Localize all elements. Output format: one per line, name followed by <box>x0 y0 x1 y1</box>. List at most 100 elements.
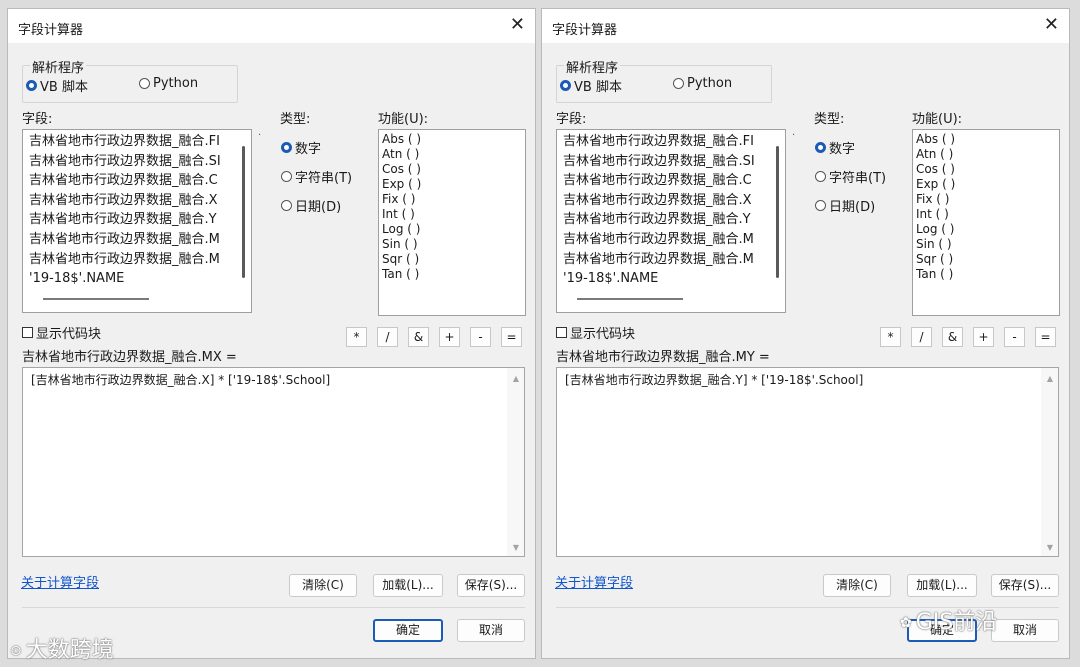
type-number-radio[interactable]: 数字 <box>281 138 321 157</box>
cancel-button[interactable]: 取消 <box>991 619 1059 642</box>
field-list-item[interactable]: 吉林省地市行政边界数据_融合.SI <box>23 152 251 172</box>
type-string-radio[interactable]: 字符串(T) <box>281 167 352 186</box>
function-list-item[interactable]: Abs ( ) <box>379 132 525 147</box>
function-list-item[interactable]: Atn ( ) <box>913 147 1059 162</box>
functions-list[interactable]: Abs ( ) Atn ( ) Cos ( ) Exp ( ) Fix ( ) Int (… <box>912 129 1060 316</box>
type-date-label: 日期(D) <box>295 200 342 215</box>
operator-buttons: * / & + - = <box>880 327 1056 347</box>
field-list-item[interactable]: 吉林省地市行政边界数据_融合.Y <box>23 210 251 230</box>
field-list-item[interactable]: 吉林省地市行政边界数据_融合.M <box>23 230 251 250</box>
save-button[interactable]: 保存(S)... <box>457 574 525 597</box>
cancel-button[interactable]: 取消 <box>457 619 525 642</box>
functions-label: 功能(U): <box>378 112 429 127</box>
function-list-item[interactable]: Log ( ) <box>379 222 525 237</box>
expression-text: [吉林省地市行政边界数据_融合.Y] * ['19-18$'.School] <box>565 373 864 387</box>
function-list-item[interactable]: Exp ( ) <box>913 177 1059 192</box>
field-list-item[interactable]: '19-18$'.NAME <box>23 269 251 289</box>
field-list-item[interactable]: 吉林省地市行政边界数据_融合.M <box>557 230 785 250</box>
fields-vertical-scrollbar[interactable] <box>242 146 245 278</box>
function-list-item[interactable]: Cos ( ) <box>913 162 1059 177</box>
function-list-item[interactable]: Tan ( ) <box>379 267 525 282</box>
expression-scrollbar[interactable]: ▲ ▼ <box>507 368 524 556</box>
function-list-item[interactable]: Log ( ) <box>913 222 1059 237</box>
operator-plus-button[interactable]: + <box>439 327 460 347</box>
field-list-item[interactable]: 吉林省地市行政边界数据_融合.X <box>23 191 251 211</box>
operator-equals-button[interactable]: = <box>1035 327 1056 347</box>
function-list-item[interactable]: Sin ( ) <box>379 237 525 252</box>
operator-ampersand-button[interactable]: & <box>408 327 429 347</box>
fields-horizontal-scrollbar[interactable] <box>43 298 149 300</box>
field-list-item[interactable]: 吉林省地市行政边界数据_融合.X <box>557 191 785 211</box>
show-codeblock-checkbox[interactable]: 显示代码块 <box>556 323 635 342</box>
field-list-item[interactable]: 吉林省地市行政边界数据_融合.M <box>557 250 785 270</box>
function-list-item[interactable]: Int ( ) <box>913 207 1059 222</box>
radio-unselected-icon <box>673 78 684 89</box>
function-list-item[interactable]: Sqr ( ) <box>913 252 1059 267</box>
watermark-right: ✿ GIS前沿 <box>900 604 997 636</box>
field-list-item[interactable]: 吉林省地市行政边界数据_融合.FI <box>557 132 785 152</box>
expression-textarea[interactable]: [吉林省地市行政边界数据_融合.X] * ['19-18$'.School] ▲… <box>22 367 525 557</box>
clear-button[interactable]: 清除(C) <box>823 574 891 597</box>
radio-unselected-icon <box>281 171 292 182</box>
operator-divide-button[interactable]: / <box>911 327 932 347</box>
clear-button[interactable]: 清除(C) <box>289 574 357 597</box>
parser-python-radio[interactable]: Python <box>673 76 732 91</box>
type-date-radio[interactable]: 日期(D) <box>281 196 341 215</box>
about-calculate-field-link[interactable]: 关于计算字段 <box>21 572 99 591</box>
field-list-item[interactable]: 吉林省地市行政边界数据_融合.FI <box>23 132 251 152</box>
fields-horizontal-scrollbar[interactable] <box>577 298 683 300</box>
close-icon[interactable]: ✕ <box>1044 15 1059 35</box>
function-list-item[interactable]: Sqr ( ) <box>379 252 525 267</box>
operator-multiply-button[interactable]: * <box>880 327 901 347</box>
operator-multiply-button[interactable]: * <box>346 327 367 347</box>
close-icon[interactable]: ✕ <box>510 15 525 35</box>
ok-button[interactable]: 确定 <box>373 619 443 642</box>
parser-vb-label: VB 脚本 <box>574 80 622 95</box>
field-list-item[interactable]: 吉林省地市行政边界数据_融合.C <box>23 171 251 191</box>
functions-list[interactable]: Abs ( ) Atn ( ) Cos ( ) Exp ( ) Fix ( ) Int (… <box>378 129 526 316</box>
operator-plus-button[interactable]: + <box>973 327 994 347</box>
function-list-item[interactable]: Cos ( ) <box>379 162 525 177</box>
scroll-up-icon[interactable]: ▲ <box>513 374 519 383</box>
fields-label: 字段: <box>556 112 587 127</box>
parser-python-label: Python <box>153 76 199 91</box>
function-list-item[interactable]: Fix ( ) <box>379 192 525 207</box>
load-button[interactable]: 加载(L)... <box>907 574 977 597</box>
expression-textarea[interactable]: [吉林省地市行政边界数据_融合.Y] * ['19-18$'.School] ▲… <box>556 367 1059 557</box>
expression-scrollbar[interactable]: ▲ ▼ <box>1041 368 1058 556</box>
operator-minus-button[interactable]: - <box>470 327 491 347</box>
type-date-radio[interactable]: 日期(D) <box>815 196 875 215</box>
function-list-item[interactable]: Abs ( ) <box>913 132 1059 147</box>
show-codeblock-checkbox[interactable]: 显示代码块 <box>22 323 101 342</box>
about-calculate-field-link[interactable]: 关于计算字段 <box>555 572 633 591</box>
field-list-item[interactable]: 吉林省地市行政边界数据_融合.M <box>23 250 251 270</box>
scroll-down-icon[interactable]: ▼ <box>1047 543 1053 552</box>
operator-ampersand-button[interactable]: & <box>942 327 963 347</box>
operator-divide-button[interactable]: / <box>377 327 398 347</box>
function-list-item[interactable]: Sin ( ) <box>913 237 1059 252</box>
fields-vertical-scrollbar[interactable] <box>776 146 779 278</box>
load-button[interactable]: 加载(L)... <box>373 574 443 597</box>
parser-python-radio[interactable]: Python <box>139 76 198 91</box>
field-list-item[interactable]: '19-18$'.NAME <box>557 269 785 289</box>
function-list-item[interactable]: Exp ( ) <box>379 177 525 192</box>
type-number-radio[interactable]: 数字 <box>815 138 855 157</box>
parser-vb-radio[interactable]: VB 脚本 <box>26 76 88 95</box>
function-list-item[interactable]: Fix ( ) <box>913 192 1059 207</box>
fields-list[interactable]: 吉林省地市行政边界数据_融合.FI 吉林省地市行政边界数据_融合.SI 吉林省地市行… <box>556 129 786 313</box>
type-string-radio[interactable]: 字符串(T) <box>815 167 886 186</box>
function-list-item[interactable]: Tan ( ) <box>913 267 1059 282</box>
operator-minus-button[interactable]: - <box>1004 327 1025 347</box>
field-list-item[interactable]: 吉林省地市行政边界数据_融合.Y <box>557 210 785 230</box>
scroll-down-icon[interactable]: ▼ <box>513 543 519 552</box>
field-list-item[interactable]: 吉林省地市行政边界数据_融合.C <box>557 171 785 191</box>
function-list-item[interactable]: Int ( ) <box>379 207 525 222</box>
fields-list[interactable]: 吉林省地市行政边界数据_融合.FI 吉林省地市行政边界数据_融合.SI 吉林省地市行… <box>22 129 252 313</box>
operator-equals-button[interactable]: = <box>501 327 522 347</box>
save-button[interactable]: 保存(S)... <box>991 574 1059 597</box>
function-list-item[interactable]: Atn ( ) <box>379 147 525 162</box>
parser-vb-radio[interactable]: VB 脚本 <box>560 76 622 95</box>
radio-selected-icon <box>815 142 826 153</box>
scroll-up-icon[interactable]: ▲ <box>1047 374 1053 383</box>
field-list-item[interactable]: 吉林省地市行政边界数据_融合.SI <box>557 152 785 172</box>
